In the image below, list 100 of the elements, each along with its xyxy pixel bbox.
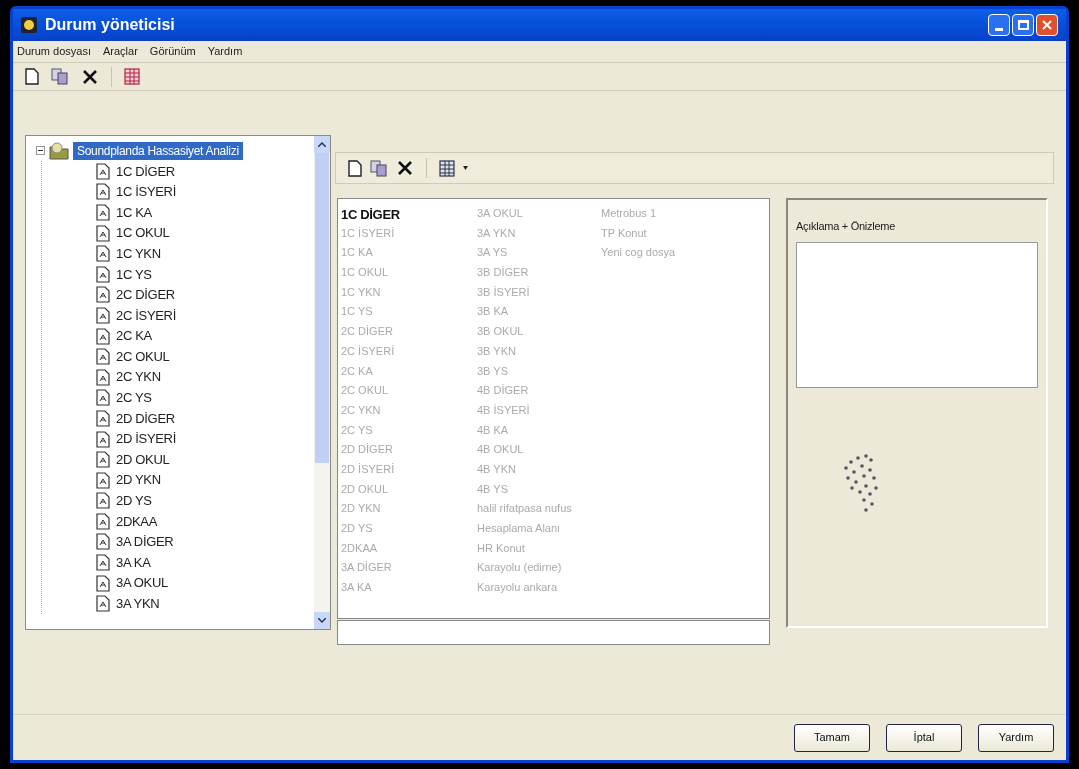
list-item[interactable]: 3A OKUL	[477, 205, 601, 225]
tree-item[interactable]: 2C YKN	[116, 367, 161, 387]
document-icon	[96, 389, 110, 407]
list-item[interactable]: 3A YKN	[477, 224, 601, 245]
tree-item[interactable]: 3A KA	[116, 552, 151, 573]
tree-item[interactable]: 2D YKN	[116, 470, 161, 490]
document-icon	[96, 162, 110, 180]
tree-item[interactable]: 2C KA	[116, 326, 152, 346]
list-item[interactable]: 3B DİGER	[477, 264, 601, 284]
list-item[interactable]: 2C YKN	[341, 401, 477, 422]
list-item[interactable]: 4B İSYERİ	[477, 401, 601, 422]
new-document-icon[interactable]	[25, 68, 39, 85]
tree-item[interactable]: 1C YS	[116, 264, 152, 284]
copy-icon[interactable]	[370, 159, 388, 177]
list-item[interactable]: 2DKAA	[341, 539, 477, 560]
minimize-button[interactable]	[988, 14, 1010, 36]
list-item[interactable]: 2C OKUL	[341, 382, 477, 402]
input-field[interactable]	[337, 620, 770, 645]
tree-item[interactable]: 2D İSYERİ	[116, 429, 176, 449]
list-item[interactable]: Yeni cog dosya	[601, 244, 766, 265]
close-button[interactable]	[1036, 14, 1058, 36]
tree-item[interactable]: 2DKAA	[116, 511, 157, 532]
list-item[interactable]: 3B OKUL	[477, 323, 601, 343]
list-item[interactable]: 4B YKN	[477, 460, 601, 481]
list-item[interactable]: HR Konut	[477, 539, 601, 560]
tree-item[interactable]: 2C OKUL	[116, 346, 170, 367]
list-item[interactable]: 4B OKUL	[477, 441, 601, 461]
tree-item[interactable]: 1C DİGER	[116, 161, 175, 182]
dropdown-caret-icon[interactable]	[463, 166, 468, 170]
list-item[interactable]: 3A DİGER	[341, 559, 477, 580]
list-item[interactable]: 4B DİGER	[477, 382, 601, 402]
tree-item[interactable]: 2D DİGER	[116, 408, 175, 429]
list-item[interactable]: halil rifatpasa nufus	[477, 500, 601, 520]
delete-icon[interactable]	[396, 159, 414, 177]
list-item[interactable]: 4B KA	[477, 421, 601, 442]
list-item[interactable]: TP Konut	[601, 224, 766, 245]
tree-item[interactable]: 2D OKUL	[116, 449, 170, 470]
list-item[interactable]: 3B YS	[477, 362, 601, 383]
list-item[interactable]: 3B İSYERİ	[477, 283, 601, 304]
preview-title: Açıklama + Önizleme	[796, 219, 896, 234]
list-item[interactable]: 2C YS	[341, 421, 477, 442]
document-icon	[96, 554, 110, 572]
scroll-down-button[interactable]	[314, 612, 330, 629]
scrollbar-thumb[interactable]	[315, 153, 329, 463]
list-item[interactable]: 1C YS	[341, 303, 477, 324]
menu-item[interactable]: Durum dosyası	[17, 43, 91, 60]
document-icon	[96, 224, 110, 242]
list-item[interactable]: Hesaplama Alanı	[477, 520, 601, 540]
tree-item[interactable]: 2C İSYERİ	[116, 305, 176, 326]
scroll-up-button[interactable]	[314, 136, 330, 153]
list-item[interactable]: 3B YKN	[477, 342, 601, 363]
tree-item[interactable]: 1C KA	[116, 202, 152, 223]
document-icon	[96, 409, 110, 427]
table-icon[interactable]	[439, 159, 455, 177]
tree-item[interactable]: 2D YS	[116, 491, 152, 511]
delete-icon[interactable]	[81, 67, 99, 86]
menu-item[interactable]: Araçlar	[103, 43, 138, 60]
list-item[interactable]: 2C DİGER	[341, 323, 477, 343]
dialog-button[interactable]: İptal	[886, 723, 962, 752]
menu-item[interactable]: Görünüm	[149, 43, 196, 60]
list-item[interactable]: 1C İSYERİ	[341, 224, 477, 245]
list-item[interactable]: 1C DİGER	[341, 205, 477, 225]
list-item[interactable]: 2D OKUL	[341, 480, 477, 501]
dialog-button[interactable]: Yardım	[978, 723, 1054, 752]
new-document-icon[interactable]	[348, 159, 362, 177]
list-item[interactable]: 4B YS	[477, 480, 601, 501]
list-item[interactable]: Karayolu (edirne)	[477, 559, 601, 580]
maximize-button[interactable]	[1012, 14, 1034, 36]
list-item[interactable]: 3A YS	[477, 244, 601, 265]
menu-item[interactable]: Yardım	[207, 43, 243, 60]
tree-item[interactable]: 1C OKUL	[116, 223, 170, 243]
list-item[interactable]: 3B KA	[477, 303, 601, 324]
tree-item[interactable]: 2C YS	[116, 388, 152, 408]
tree-item[interactable]: 1C YKN	[116, 243, 161, 264]
list-item[interactable]: 2C İSYERİ	[341, 342, 477, 363]
tree-item[interactable]: 3A DİGER	[116, 532, 174, 552]
list-item[interactable]: Karayolu ankara	[477, 579, 601, 599]
list-item[interactable]: 2D YS	[341, 520, 477, 540]
list-item[interactable]: 2D İSYERİ	[341, 460, 477, 481]
copy-icon[interactable]	[51, 68, 69, 85]
table-icon[interactable]	[124, 68, 140, 85]
list-item[interactable]: 2D YKN	[341, 500, 477, 520]
tree-item[interactable]: 3A YKN	[116, 594, 160, 614]
document-icon	[96, 430, 110, 448]
tree-item[interactable]: 3A OKUL	[116, 573, 168, 593]
tree-item[interactable]: 1C İSYERİ	[116, 182, 176, 202]
list-item[interactable]: 2D DİGER	[341, 441, 477, 461]
list-item[interactable]: Metrobus 1	[601, 205, 766, 225]
list-item[interactable]: 1C YKN	[341, 283, 477, 304]
list-item[interactable]: 1C OKUL	[341, 264, 477, 284]
tree-item[interactable]: Soundplanda Hassasiyet Analizi	[73, 141, 243, 160]
tree-item[interactable]: 2C DİGER	[116, 285, 175, 305]
collapse-toggle[interactable]	[36, 146, 45, 155]
document-icon	[96, 183, 110, 201]
document-icon	[96, 492, 110, 510]
document-icon	[96, 574, 110, 592]
dialog-button[interactable]: Tamam	[794, 723, 870, 752]
list-item[interactable]: 1C KA	[341, 244, 477, 265]
list-item[interactable]: 3A KA	[341, 579, 477, 599]
list-item[interactable]: 2C KA	[341, 362, 477, 383]
